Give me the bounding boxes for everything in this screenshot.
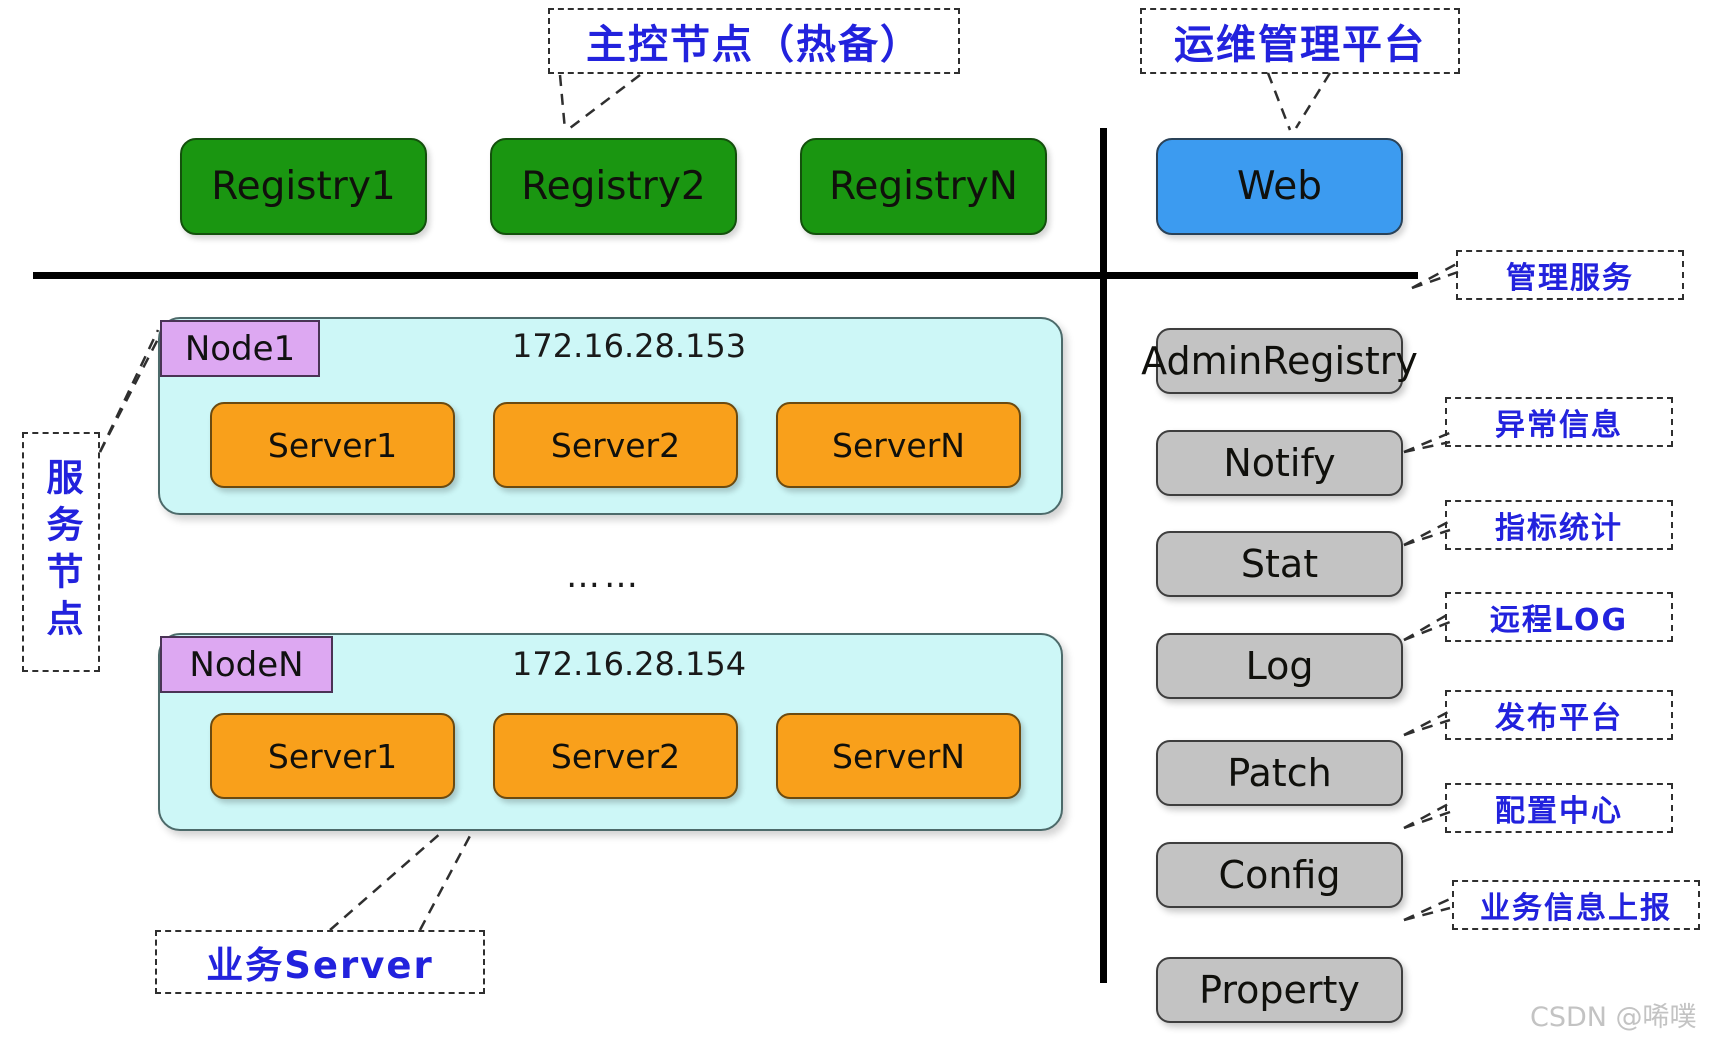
service-box-patch-label: Patch <box>1227 751 1332 795</box>
callout-admin-service: 管理服务 <box>1456 250 1684 300</box>
service-box-patch[interactable]: Patch <box>1156 740 1403 806</box>
registry-box-2-label: Registry2 <box>521 164 706 209</box>
registry-box-1-label: Registry1 <box>211 164 396 209</box>
csdn-watermark-label: CSDN @唏噗 <box>1530 1002 1697 1033</box>
service-box-log-label: Log <box>1245 644 1314 688</box>
callout-admin-service-label: 管理服务 <box>1506 261 1634 296</box>
node-tag-1-label: Node1 <box>184 328 296 369</box>
callout-master-node: 主控节点（热备） <box>548 8 960 74</box>
registry-box-1[interactable]: Registry1 <box>180 138 427 235</box>
service-box-property-label: Property <box>1199 968 1360 1012</box>
node-1-server-3-label: ServerN <box>832 425 965 465</box>
web-box[interactable]: Web <box>1156 138 1403 235</box>
service-box-log[interactable]: Log <box>1156 633 1403 699</box>
node-2-server-3[interactable]: ServerN <box>776 713 1021 799</box>
registry-box-3-label: RegistryN <box>829 164 1018 209</box>
callout-exception-info: 异常信息 <box>1445 397 1673 447</box>
csdn-watermark: CSDN @唏噗 <box>1530 995 1697 1034</box>
node-tag-2-label: NodeN <box>189 644 304 685</box>
node-1-server-1[interactable]: Server1 <box>210 402 455 488</box>
service-box-notify-label: Notify <box>1223 441 1336 485</box>
node-tag-2: NodeN <box>160 636 333 693</box>
registry-box-2[interactable]: Registry2 <box>490 138 737 235</box>
callout-exception-info-label: 异常信息 <box>1495 408 1623 443</box>
service-box-notify[interactable]: Notify <box>1156 430 1403 496</box>
service-box-config[interactable]: Config <box>1156 842 1403 908</box>
callout-metrics-stat-label: 指标统计 <box>1495 511 1623 546</box>
callout-remote-log-label: 远程LOG <box>1489 603 1629 638</box>
node-1-server-3[interactable]: ServerN <box>776 402 1021 488</box>
callout-master-node-label: 主控节点（热备） <box>586 22 922 68</box>
callout-release-platform: 发布平台 <box>1445 690 1673 740</box>
callout-remote-log: 远程LOG <box>1445 592 1673 642</box>
node-2-server-2-label: Server2 <box>550 736 681 776</box>
node-2-server-1[interactable]: Server1 <box>210 713 455 799</box>
node-2-server-3-label: ServerN <box>832 736 965 776</box>
node-1-server-1-label: Server1 <box>267 425 398 465</box>
node-ip-1-value: 172.16.28.153 <box>512 327 747 365</box>
callout-metrics-stat: 指标统计 <box>1445 500 1673 550</box>
node-1-server-2-label: Server2 <box>550 425 681 465</box>
diagram-canvas: 主控节点（热备） 运维管理平台 Registry1 Registry2 Regi… <box>0 0 1723 1042</box>
callout-config-center-label: 配置中心 <box>1495 794 1623 829</box>
callout-release-platform-label: 发布平台 <box>1495 701 1623 736</box>
service-box-adminregistry[interactable]: AdminRegistry <box>1141 328 1418 394</box>
service-box-stat[interactable]: Stat <box>1156 531 1403 597</box>
web-box-label: Web <box>1236 164 1323 209</box>
node-group-ellipsis-label: …… <box>566 556 642 596</box>
callout-config-center: 配置中心 <box>1445 783 1673 833</box>
callout-business-report-label: 业务信息上报 <box>1480 891 1672 926</box>
vertical-divider <box>1100 128 1107 983</box>
callout-business-report: 业务信息上报 <box>1452 880 1700 930</box>
callout-ops-platform: 运维管理平台 <box>1140 8 1460 74</box>
callout-service-node: 服务节点 <box>22 432 100 672</box>
service-box-adminregistry-label: AdminRegistry <box>1141 339 1418 383</box>
callout-service-node-label: 服务节点 <box>40 458 83 646</box>
node-ip-2: 172.16.28.154 <box>512 645 746 683</box>
node-ip-2-value: 172.16.28.154 <box>512 645 747 683</box>
node-tag-1: Node1 <box>160 320 320 377</box>
service-box-stat-label: Stat <box>1240 542 1319 586</box>
callout-business-server: 业务Server <box>155 930 485 994</box>
registry-box-3[interactable]: RegistryN <box>800 138 1047 235</box>
callout-business-server-label: 业务Server <box>206 944 434 987</box>
horizontal-divider <box>33 272 1418 279</box>
node-1-server-2[interactable]: Server2 <box>493 402 738 488</box>
node-2-server-1-label: Server1 <box>267 736 398 776</box>
callout-ops-platform-label: 运维管理平台 <box>1174 22 1426 68</box>
node-2-server-2[interactable]: Server2 <box>493 713 738 799</box>
node-group-ellipsis: …… <box>566 556 642 596</box>
node-ip-1: 172.16.28.153 <box>512 327 746 365</box>
service-box-config-label: Config <box>1218 853 1341 897</box>
service-box-property[interactable]: Property <box>1156 957 1403 1023</box>
